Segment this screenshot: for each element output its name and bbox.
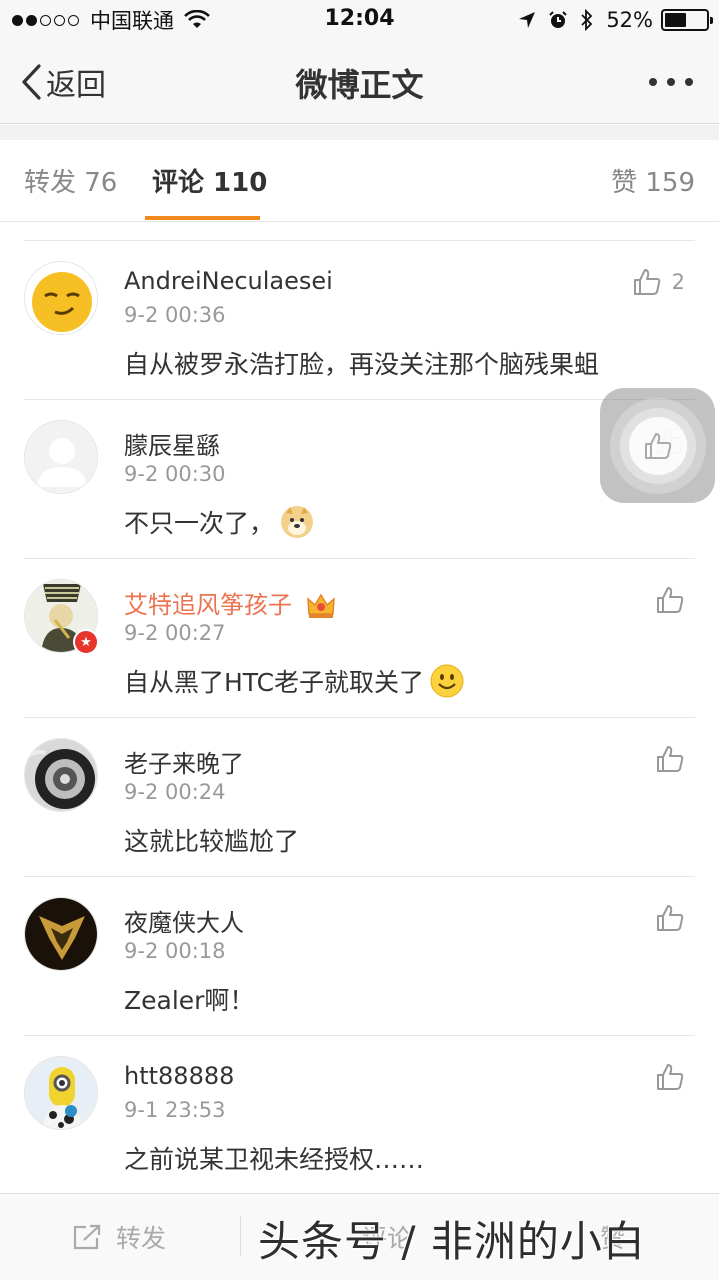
comment-item[interactable]: 夜魔侠大人 9-2 00:18 Zealer啊！ <box>24 877 695 1036</box>
status-right: 52% <box>506 7 713 33</box>
chevron-left-icon <box>22 64 41 100</box>
comment-time: 9-2 00:18 <box>124 939 226 963</box>
tab-like[interactable]: 赞 159 <box>611 162 695 199</box>
thumbs-up-icon <box>644 432 671 459</box>
comment-author[interactable]: 老子来晚了 <box>124 744 244 779</box>
thumbs-up-icon <box>657 1064 684 1090</box>
signal-strength-icon <box>12 14 82 26</box>
comment-text-content: 不只一次了， <box>124 509 275 538</box>
comment-text: 自从被罗永浩打脸，再没关注那个脑残果蛆 <box>124 345 599 381</box>
navigation-bar: 返回 微博正文 <box>0 40 719 124</box>
comment-text-content: 之前说某卫视未经授权…… <box>124 1145 425 1174</box>
comment-author[interactable]: htt88888 <box>124 1062 234 1090</box>
location-arrow-icon <box>518 11 536 29</box>
doge-emoji-icon <box>280 505 314 539</box>
assistive-ring <box>628 416 687 475</box>
page-title: 微博正文 <box>295 66 424 104</box>
thumbs-up-icon <box>657 587 684 613</box>
like-button[interactable] <box>655 742 685 776</box>
avatar[interactable] <box>24 420 98 494</box>
comment-text: 这就比较尴尬了 <box>124 822 299 858</box>
comment-author[interactable]: 夜魔侠大人 <box>124 903 244 938</box>
comment-text-content: 自从被罗永浩打脸，再没关注那个脑残果蛆 <box>124 350 600 379</box>
comment-author-name: 艾特追风筝孩子 <box>124 591 292 619</box>
back-label: 返回 <box>46 68 106 103</box>
like-button[interactable] <box>655 583 685 617</box>
comment-time: 9-2 00:24 <box>124 780 226 804</box>
avatar[interactable] <box>24 1056 98 1130</box>
section-divider <box>0 125 719 140</box>
vip-crown-icon <box>306 593 335 618</box>
like-button[interactable] <box>655 1060 685 1094</box>
smile-emoji-icon <box>430 664 464 698</box>
back-button[interactable]: 返回 <box>20 62 106 103</box>
comment-text: Zealer啊！ <box>124 981 254 1017</box>
repost-button[interactable]: 转发 <box>72 1220 166 1254</box>
bluetooth-icon <box>580 9 594 31</box>
thumbs-up-icon <box>657 746 684 772</box>
thumbs-up-icon <box>633 269 660 295</box>
verified-badge-icon: ★ <box>73 629 99 655</box>
assistive-touch-button[interactable] <box>600 388 715 503</box>
share-icon <box>73 1224 101 1250</box>
comment-text-content: 自从黑了HTC老子就取关了 <box>124 668 425 697</box>
comment-item[interactable]: ★ 艾特追风筝孩子 9-2 00:27 自从黑了HTC老子就取关了 <box>24 559 695 718</box>
comment-time: 9-2 00:30 <box>124 462 226 486</box>
comment-item[interactable]: htt88888 9-1 23:53 之前说某卫视未经授权…… <box>24 1036 695 1195</box>
like-count: 2 <box>671 270 685 294</box>
comment-item[interactable]: 朦辰星繇 9-2 00:30 不只一次了， <box>24 400 695 559</box>
comment-time: 9-2 00:36 <box>124 303 226 327</box>
avatar[interactable] <box>24 738 98 812</box>
comment-author[interactable]: 朦辰星繇 <box>124 426 220 461</box>
comment-author[interactable]: 艾特追风筝孩子 <box>124 585 336 620</box>
comment-time: 9-2 00:27 <box>124 621 226 645</box>
toolbar-divider <box>240 1216 241 1256</box>
active-tab-indicator <box>145 216 260 220</box>
comment-list: AndreiNeculaesei 9-2 00:36 自从被罗永浩打脸，再没关注… <box>0 241 719 1195</box>
comment-author[interactable]: AndreiNeculaesei <box>124 267 333 295</box>
battery-icon <box>661 9 713 31</box>
tab-bar: 转发 76 评论 110 赞 159 <box>0 140 719 222</box>
tab-repost[interactable]: 转发 76 <box>24 162 117 199</box>
carrier-label: 中国联通 <box>90 9 174 33</box>
battery-percent: 52% <box>606 8 653 32</box>
assistive-ring <box>609 397 706 494</box>
comment-item[interactable]: 老子来晚了 9-2 00:24 这就比较尴尬了 <box>24 718 695 877</box>
comment-text: 之前说某卫视未经授权…… <box>124 1140 424 1176</box>
thumbs-up-icon <box>657 905 684 931</box>
like-button[interactable]: 2 <box>632 265 685 299</box>
alarm-icon <box>548 10 568 30</box>
comment-text: 不只一次了， <box>124 504 314 540</box>
status-bar: 中国联通 12:04 52% <box>0 0 719 40</box>
comment-text-content: 这就比较尴尬了 <box>124 827 300 856</box>
assistive-ring <box>619 407 696 484</box>
avatar[interactable] <box>24 261 98 335</box>
comment-text-content: Zealer啊！ <box>124 986 255 1015</box>
wifi-icon <box>184 9 210 30</box>
status-left: 中国联通 <box>12 7 210 33</box>
watermark: 头条号 / 非洲的小白 <box>258 1217 646 1266</box>
more-icon[interactable] <box>649 74 693 90</box>
avatar[interactable] <box>24 897 98 971</box>
comment-time: 9-1 23:53 <box>124 1098 226 1122</box>
tab-comment[interactable]: 评论 110 <box>152 162 267 199</box>
like-button[interactable] <box>655 901 685 935</box>
comment-text: 自从黑了HTC老子就取关了 <box>124 663 464 699</box>
repost-label: 转发 <box>116 1224 167 1253</box>
comment-item[interactable]: AndreiNeculaesei 9-2 00:36 自从被罗永浩打脸，再没关注… <box>24 241 695 400</box>
